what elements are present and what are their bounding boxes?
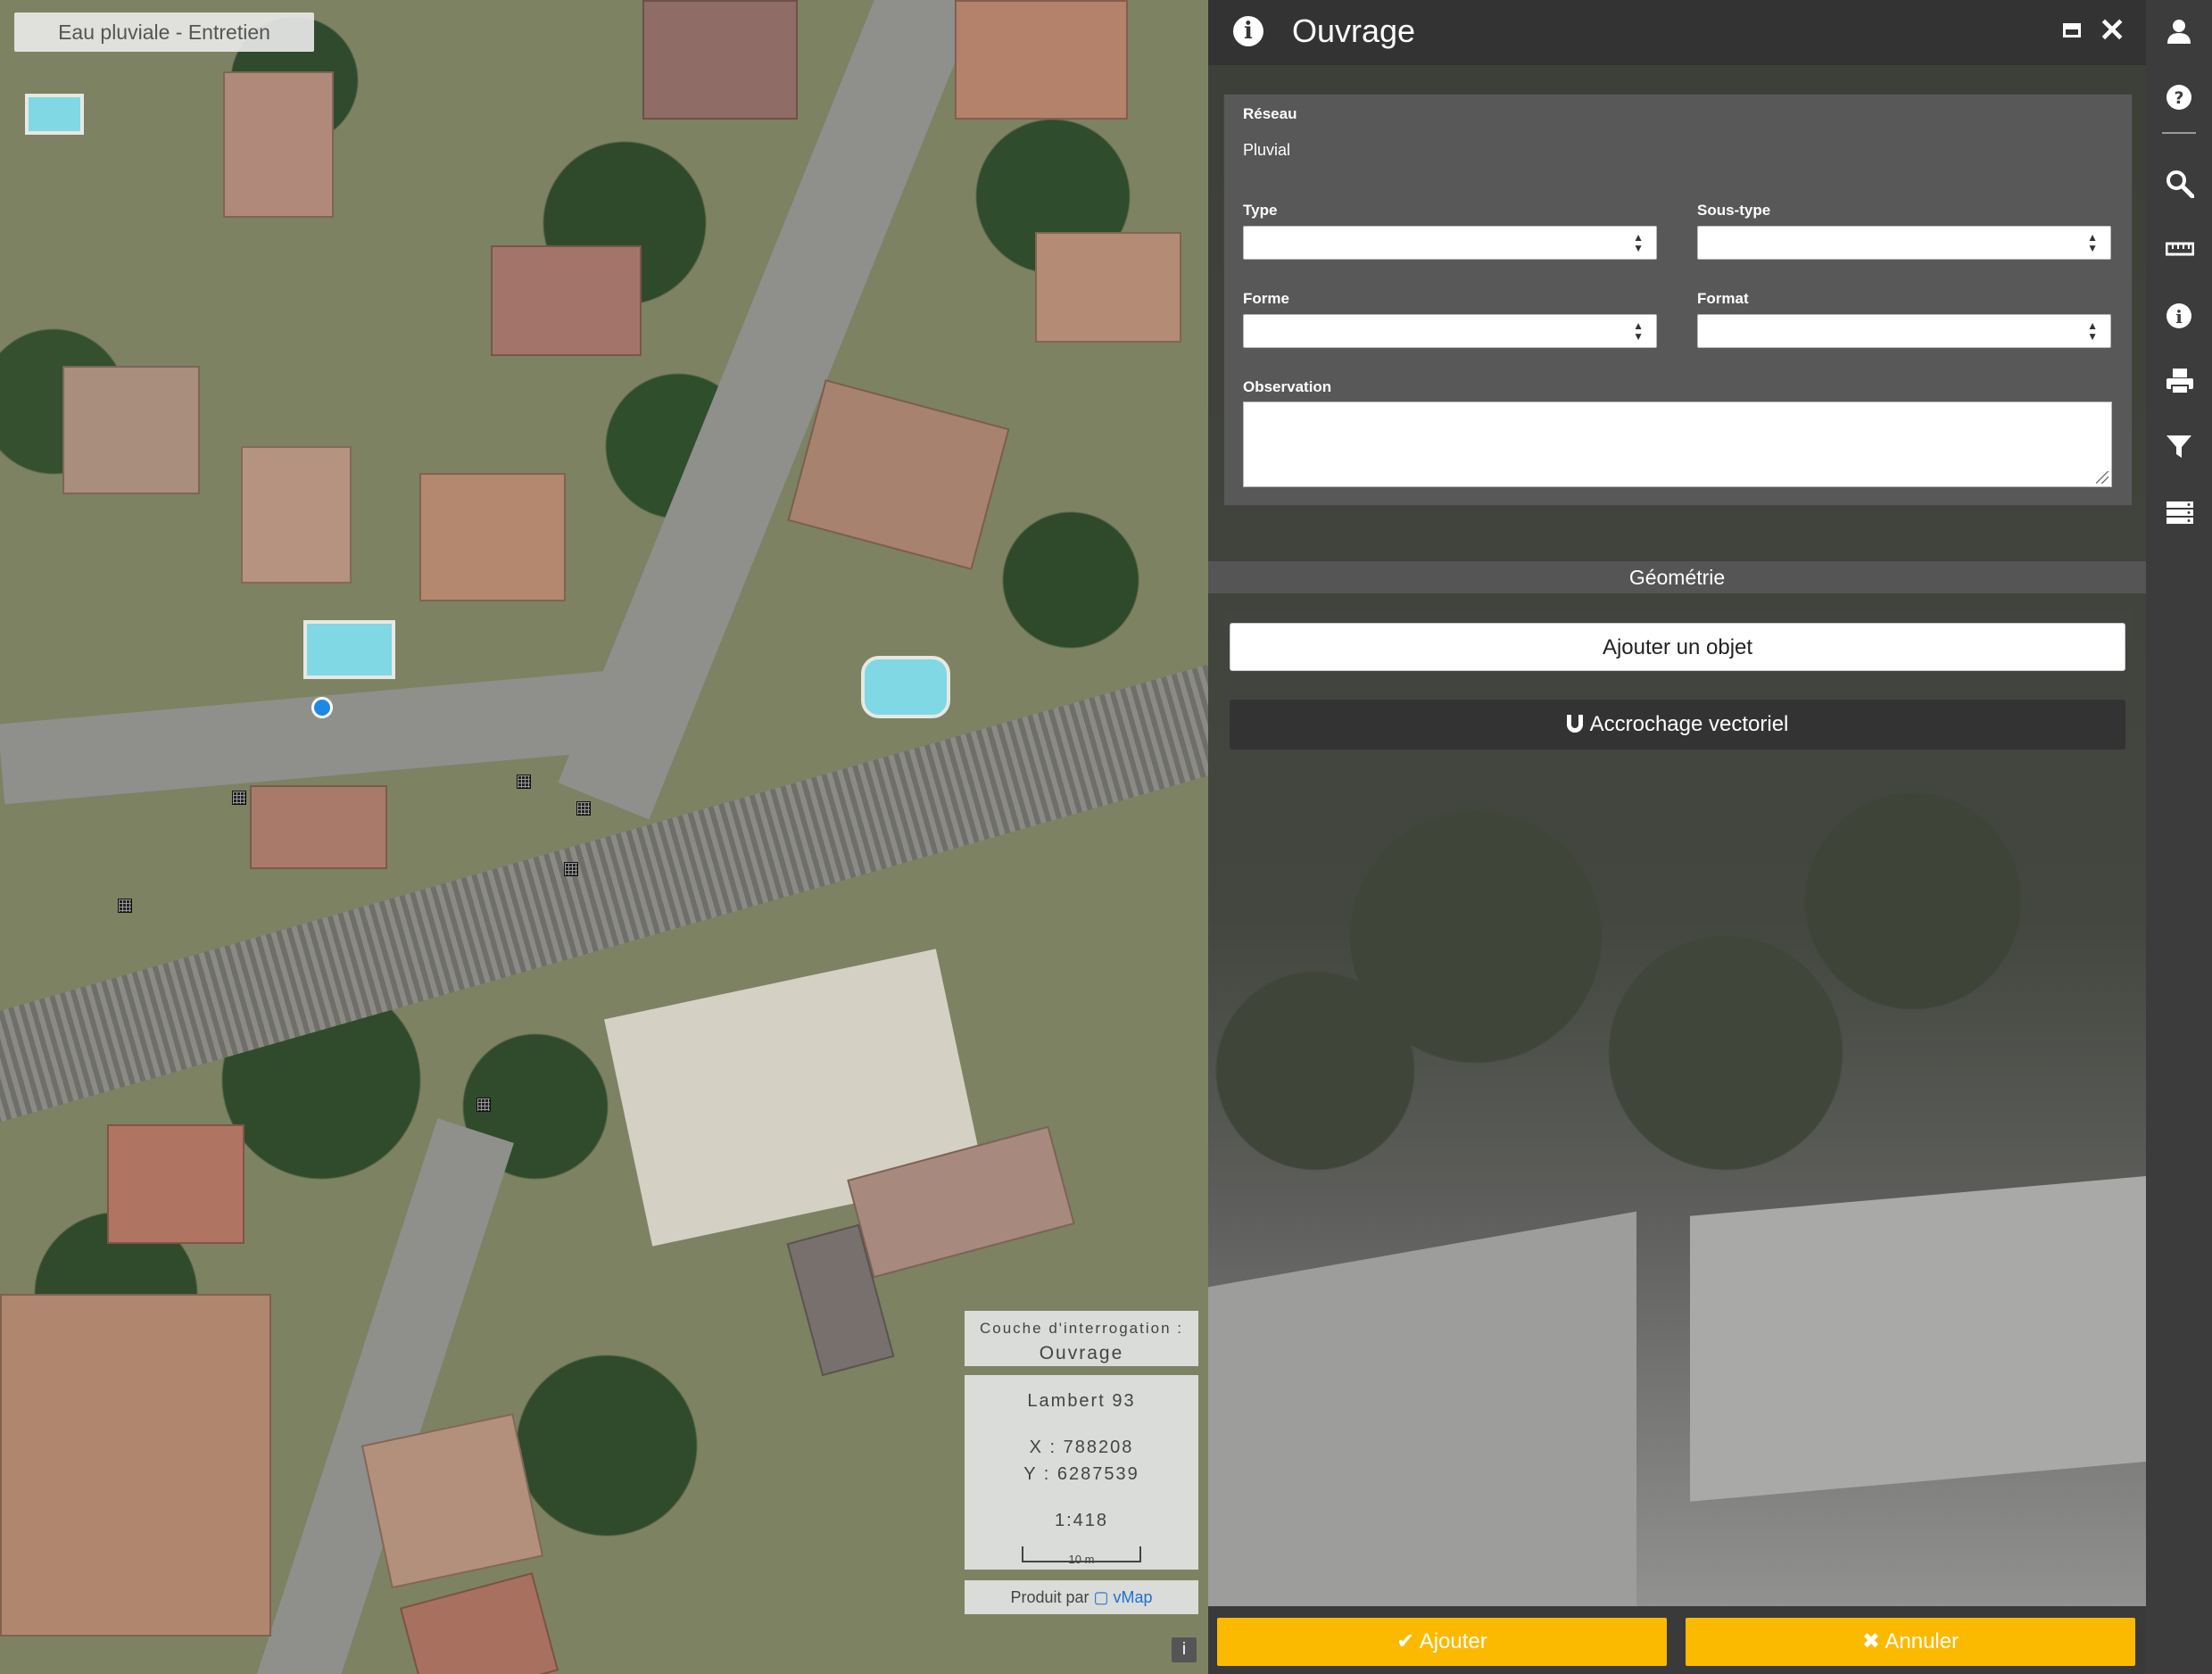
building — [223, 71, 334, 218]
building — [107, 1124, 244, 1244]
building — [62, 366, 200, 494]
building — [0, 1294, 271, 1637]
geometry-section-header: Géométrie — [1208, 561, 2146, 593]
map-title: Eau pluviale - Entretien — [14, 12, 314, 52]
manhole-marker[interactable] — [576, 801, 591, 816]
reseau-label: Réseau — [1243, 105, 1297, 122]
credits-prefix: Produit par — [1010, 1588, 1089, 1606]
vmap-logo-icon: ▢ — [1093, 1588, 1109, 1606]
pool — [861, 656, 950, 718]
manhole-marker[interactable] — [118, 899, 132, 913]
pool — [303, 620, 395, 679]
reseau-value: Pluvial — [1243, 141, 1291, 159]
forme-label: Forme — [1243, 290, 1289, 307]
projection-panel: Lambert 93 X : 788208 Y : 6287539 1:418 … — [965, 1375, 1198, 1570]
building — [360, 1413, 544, 1589]
building — [491, 245, 642, 356]
manhole-marker[interactable] — [232, 791, 246, 805]
ruler-icon[interactable] — [2146, 223, 2212, 277]
type-select[interactable]: ▲ ▼ — [1243, 226, 1657, 260]
help-icon[interactable]: ? — [2146, 71, 2212, 125]
info-icon[interactable]: i — [2146, 290, 2212, 344]
resize-grip-icon[interactable] — [2096, 471, 2108, 484]
projection-name: Lambert 93 — [1027, 1391, 1136, 1411]
svg-text:i: i — [2175, 306, 2183, 327]
building — [1035, 232, 1181, 343]
dialog-header: i Ouvrage ✕ — [1208, 0, 2146, 65]
close-icon[interactable]: ✕ — [2099, 12, 2125, 48]
manhole-marker[interactable] — [476, 1098, 491, 1112]
query-layer-value: Ouvrage — [1039, 1343, 1124, 1363]
query-layer-panel: Couche d'interrogation : Ouvrage — [965, 1311, 1198, 1366]
manhole-marker[interactable] — [517, 775, 531, 789]
print-icon[interactable] — [2146, 355, 2212, 409]
coordinates-panel: Couche d'interrogation : Ouvrage Lambert… — [965, 1311, 1198, 1614]
type-label: Type — [1243, 202, 1278, 219]
search-icon[interactable] — [2146, 157, 2212, 211]
building — [1208, 1211, 1636, 1674]
magnet-icon — [1566, 715, 1583, 733]
cancel-button[interactable]: ✖ Annuler — [1686, 1618, 2135, 1666]
building — [642, 0, 798, 120]
selected-point-marker[interactable] — [311, 697, 333, 718]
building — [250, 785, 387, 869]
submit-button[interactable]: ✔ Ajouter — [1217, 1618, 1667, 1666]
coord-x: X : 788208 — [1029, 1438, 1134, 1457]
soustype-select[interactable]: ▲ ▼ — [1697, 226, 2111, 260]
pool — [25, 94, 84, 135]
soustype-label: Sous-type — [1697, 202, 1771, 219]
select-arrows-icon: ▲ ▼ — [1633, 319, 1644, 343]
layers-icon[interactable] — [2146, 487, 2212, 541]
map-view[interactable]: Eau pluviale - Entretien Couche d'interr… — [0, 0, 1208, 1674]
observation-label: Observation — [1243, 378, 1332, 395]
credits-brand[interactable]: vMap — [1114, 1588, 1153, 1606]
select-arrows-icon: ▲ ▼ — [1633, 231, 1644, 254]
observation-textarea[interactable] — [1243, 402, 2112, 487]
attribute-form: Réseau Pluvial Type ▲ ▼ Sous-type ▲ ▼ Form… — [1223, 94, 2133, 506]
svg-text:?: ? — [2174, 88, 2183, 108]
right-toolbar: ? i — [2146, 0, 2212, 1674]
info-icon: i — [1233, 16, 1263, 46]
query-layer-label: Couche d'interrogation : — [980, 1320, 1183, 1337]
user-icon[interactable] — [2146, 5, 2212, 59]
vector-snapping-button[interactable]: Accrochage vectoriel — [1230, 700, 2125, 750]
map-scale: 1:418 — [1054, 1511, 1109, 1530]
dialog-footer: ✔ Ajouter ✖ Annuler — [1208, 1606, 2146, 1674]
maximize-icon[interactable] — [2063, 23, 2081, 37]
forme-select[interactable]: ▲ ▼ — [1243, 314, 1657, 348]
map-info-button[interactable]: i — [1172, 1637, 1197, 1662]
building — [399, 1572, 559, 1674]
building — [419, 473, 566, 601]
dialog-title: Ouvrage — [1292, 12, 1416, 49]
building — [1690, 1175, 2146, 1502]
toolbar-separator — [2162, 132, 2196, 134]
add-object-button[interactable]: Ajouter un objet — [1230, 623, 2125, 671]
credits: Produit par ▢ vMap — [965, 1580, 1198, 1614]
scale-bar: 10 m — [1022, 1546, 1141, 1566]
road — [0, 667, 645, 805]
coord-y: Y : 6287539 — [1023, 1464, 1139, 1484]
select-arrows-icon: ▲ ▼ — [2087, 319, 2098, 343]
building — [955, 0, 1128, 120]
filter-icon[interactable] — [2146, 421, 2212, 475]
format-label: Format — [1697, 290, 1749, 307]
format-select[interactable]: ▲ ▼ — [1697, 314, 2111, 348]
vector-snapping-label: Accrochage vectoriel — [1589, 712, 1789, 736]
select-arrows-icon: ▲ ▼ — [2087, 231, 2098, 254]
building — [241, 446, 352, 584]
manhole-marker[interactable] — [564, 862, 578, 876]
building — [787, 379, 1010, 570]
